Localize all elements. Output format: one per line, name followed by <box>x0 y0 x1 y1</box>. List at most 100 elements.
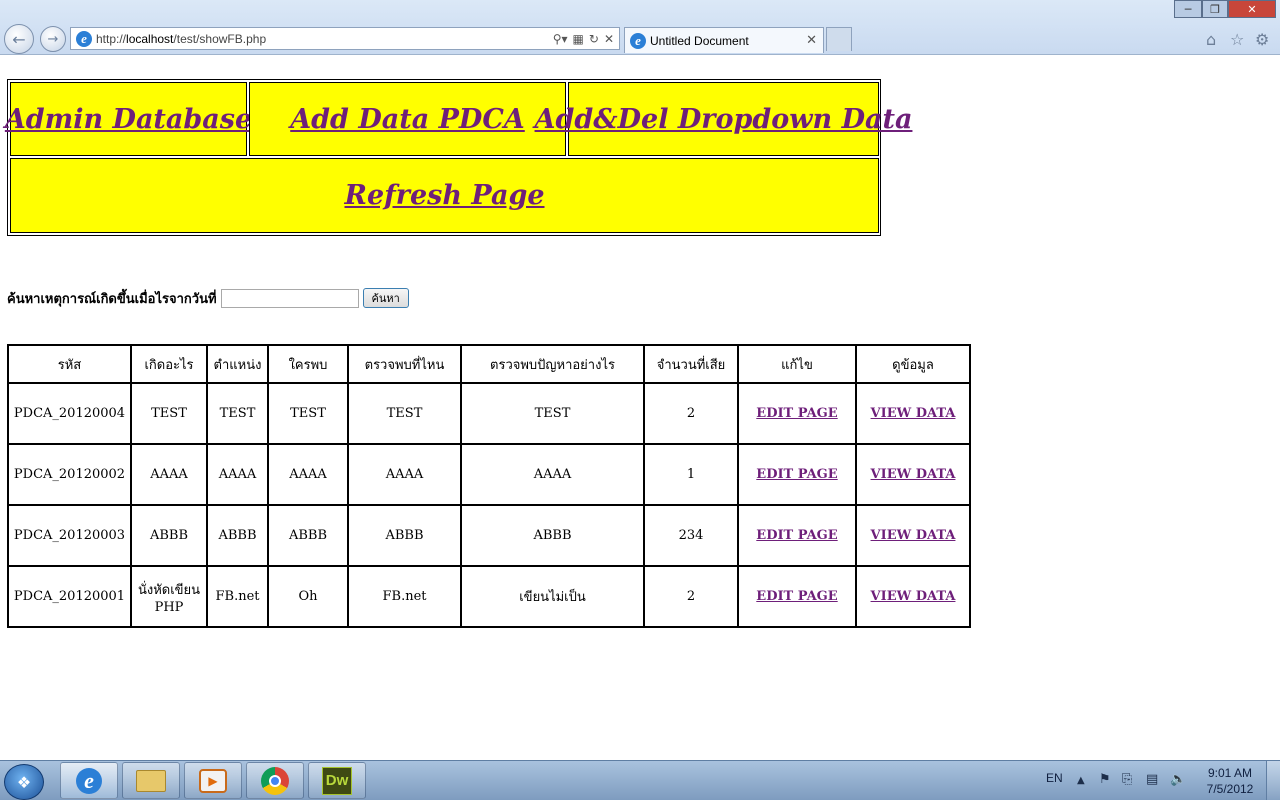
clock-time[interactable]: 9:01 AM <box>1204 766 1256 780</box>
device-icon[interactable]: ⎘ <box>1122 772 1132 787</box>
edit-page-link[interactable]: EDIT PAGE <box>756 467 837 482</box>
home-icon[interactable]: ⌂ <box>1206 30 1216 49</box>
cell-loss: 2 <box>643 565 739 628</box>
cell-view: VIEW DATA <box>855 443 971 506</box>
header-position: ตำแหน่ง <box>206 344 269 384</box>
table-row: PDCA_20120004 TEST TEST TEST TEST TEST 2… <box>7 382 971 445</box>
cell-loss: 1 <box>643 443 739 506</box>
cell-what: AAAA <box>130 443 208 506</box>
taskbar-chrome[interactable] <box>246 762 304 799</box>
cell-edit: EDIT PAGE <box>737 565 857 628</box>
show-hidden-icons-icon[interactable]: ▲ <box>1077 775 1085 786</box>
cell-who: TEST <box>267 382 349 445</box>
cell-id: PDCA_20120003 <box>7 504 132 567</box>
cell-how: AAAA <box>460 443 645 506</box>
search-date-input[interactable] <box>220 288 359 308</box>
cell-view: VIEW DATA <box>855 382 971 445</box>
tab-page-icon: e <box>630 32 646 49</box>
minimize-button[interactable]: ─ <box>1174 0 1202 18</box>
folder-icon <box>136 769 166 792</box>
close-window-button[interactable]: ✕ <box>1228 0 1276 18</box>
volume-icon[interactable]: 🔈 <box>1170 772 1186 787</box>
browser-tab[interactable]: e Untitled Document ✕ <box>624 27 824 53</box>
forward-button[interactable]: → <box>40 26 66 52</box>
view-data-link[interactable]: VIEW DATA <box>871 589 956 604</box>
cell-loss: 2 <box>643 382 739 445</box>
cell-position: ABBB <box>206 504 269 567</box>
view-data-link[interactable]: VIEW DATA <box>871 467 956 482</box>
menu-cell-dropdown: Add&Del Dropdown Data <box>535 82 912 156</box>
cell-edit: EDIT PAGE <box>737 443 857 506</box>
add-data-pdca-link[interactable]: Add Data PDCA <box>290 104 525 135</box>
taskbar-dreamweaver[interactable]: Dw <box>308 762 366 799</box>
header-edit: แก้ไข <box>737 344 857 384</box>
edit-page-link[interactable]: EDIT PAGE <box>756 406 837 421</box>
star-icon[interactable]: ☆ <box>1230 30 1244 49</box>
cell-id: PDCA_20120002 <box>7 443 132 506</box>
clock-date[interactable]: 7/5/2012 <box>1200 782 1260 796</box>
url-host: localhost <box>126 31 174 46</box>
address-bar[interactable]: e http://localhost/test/showFB.php ⚲▾ ▦ … <box>70 27 620 50</box>
cell-view: VIEW DATA <box>855 565 971 628</box>
internet-explorer-icon: e <box>76 767 102 794</box>
add-del-dropdown-link[interactable]: Add&Del Dropdown Data <box>535 104 913 135</box>
taskbar-media-player[interactable]: ▶ <box>184 762 242 799</box>
cell-who: Oh <box>267 565 349 628</box>
taskbar-file-explorer[interactable] <box>122 762 180 799</box>
url-path: /test/showFB.php <box>173 31 267 46</box>
cell-view: VIEW DATA <box>855 504 971 567</box>
cell-what: นั่งหัดเขียน PHP <box>130 565 208 628</box>
language-indicator[interactable]: EN <box>1046 771 1063 785</box>
view-data-link[interactable]: VIEW DATA <box>871 406 956 421</box>
show-desktop-button[interactable] <box>1266 761 1280 800</box>
cell-where: AAAA <box>347 443 462 506</box>
new-tab-button[interactable] <box>826 27 852 51</box>
start-button[interactable]: ❖ <box>4 764 44 800</box>
edit-page-link[interactable]: EDIT PAGE <box>756 589 837 604</box>
cell-what: TEST <box>130 382 208 445</box>
minimize-icon: ─ <box>1184 2 1192 16</box>
cell-where: TEST <box>347 382 462 445</box>
refresh-page-link[interactable]: Refresh Page <box>345 180 545 211</box>
url-prefix: http:// <box>96 31 127 46</box>
header-view: ดูข้อมูล <box>855 344 971 384</box>
table-header-row: รหัส เกิดอะไร ตำแหน่ง ใครพบ ตรวจพบที่ไหน… <box>7 344 971 384</box>
action-center-flag-icon[interactable]: ⚑ <box>1099 772 1111 787</box>
ie-page-icon: e <box>76 30 92 47</box>
stop-icon[interactable]: ✕ <box>604 32 614 46</box>
cell-where: ABBB <box>347 504 462 567</box>
taskbar-internet-explorer[interactable]: e <box>60 762 118 799</box>
menu-cell-admin: Admin Database <box>5 82 252 156</box>
edit-page-link[interactable]: EDIT PAGE <box>756 528 837 543</box>
header-who: ใครพบ <box>267 344 349 384</box>
cell-who: AAAA <box>267 443 349 506</box>
cell-how: เขียนไม่เป็น <box>460 565 645 628</box>
cell-what: ABBB <box>130 504 208 567</box>
table-row: PDCA_20120001 นั่งหัดเขียน PHP FB.net Oh… <box>7 565 971 628</box>
taskbar: ❖ e ▶ Dw EN ▲ ⚑ ⎘ ▤ 🔈 9:01 AM 7/5/2012 <box>0 760 1280 800</box>
cell-who: ABBB <box>267 504 349 567</box>
cell-position: AAAA <box>206 443 269 506</box>
header-loss: จำนวนที่เสีย <box>643 344 739 384</box>
search-dropdown-icon[interactable]: ⚲▾ <box>553 32 568 46</box>
compat-view-icon[interactable]: ▦ <box>573 32 584 46</box>
media-player-icon: ▶ <box>199 768 227 793</box>
tab-title: Untitled Document <box>650 33 749 48</box>
search-button[interactable]: ค้นหา <box>362 288 409 308</box>
tab-close-icon[interactable]: ✕ <box>806 33 817 48</box>
cell-id: PDCA_20120001 <box>7 565 132 628</box>
table-row: PDCA_20120002 AAAA AAAA AAAA AAAA AAAA 1… <box>7 443 971 506</box>
cell-edit: EDIT PAGE <box>737 504 857 567</box>
url-text[interactable]: http://localhost/test/showFB.php <box>96 32 553 46</box>
header-what: เกิดอะไร <box>130 344 208 384</box>
gear-icon[interactable]: ⚙ <box>1255 30 1269 49</box>
restore-button[interactable]: ❐ <box>1202 0 1228 18</box>
admin-database-link[interactable]: Admin Database <box>5 104 252 135</box>
search-row: ค้นหาเหตุการณ์เกิดขึ้นเมื่อไรจากวันที่ ค… <box>7 288 409 308</box>
view-data-link[interactable]: VIEW DATA <box>871 528 956 543</box>
network-icon[interactable]: ▤ <box>1146 772 1158 787</box>
cell-edit: EDIT PAGE <box>737 382 857 445</box>
cell-where: FB.net <box>347 565 462 628</box>
refresh-icon[interactable]: ↻ <box>589 32 599 46</box>
back-button[interactable]: ← <box>4 24 34 54</box>
